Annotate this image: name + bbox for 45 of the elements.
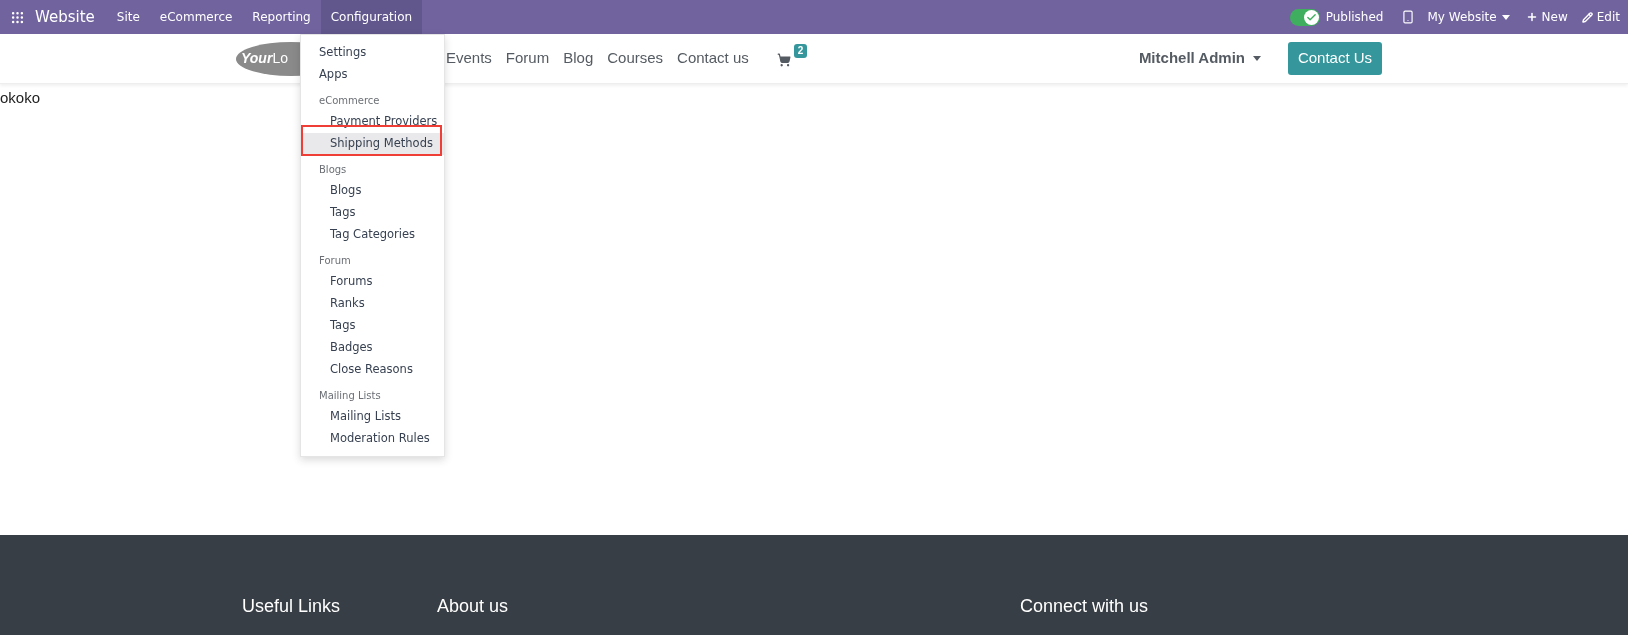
- top-menu-item[interactable]: Reporting: [242, 0, 321, 34]
- user-menu[interactable]: Mitchell Admin: [1138, 47, 1261, 70]
- check-icon: [1305, 11, 1317, 23]
- menu-item[interactable]: Tag Categories: [301, 224, 444, 246]
- menu-item[interactable]: Close Reasons: [301, 359, 444, 381]
- website-switcher[interactable]: My Website: [1427, 8, 1510, 26]
- menu-item[interactable]: Shipping Methods: [301, 133, 444, 155]
- menu-item[interactable]: Payment Providers: [301, 111, 444, 133]
- menu-section-header: Mailing Lists: [318, 389, 382, 403]
- published-label: Published: [1325, 9, 1384, 26]
- top-menu-item[interactable]: Site: [106, 0, 150, 34]
- menu-item[interactable]: Blogs: [301, 180, 444, 202]
- app-name: Website: [35, 6, 95, 28]
- footer-heading: Connect with us: [1020, 595, 1149, 618]
- cart-icon[interactable]: [776, 53, 791, 67]
- top-menu-item[interactable]: eCommerce: [149, 0, 243, 34]
- menu-item[interactable]: Badges: [301, 337, 444, 359]
- footer-heading: About us: [437, 595, 510, 618]
- menu-section-header: Forum: [318, 254, 352, 268]
- menu-item[interactable]: Mailing Lists: [301, 406, 444, 428]
- pencil-icon: [1581, 11, 1593, 23]
- nav-link[interactable]: Events: [446, 47, 492, 70]
- menu-section-header: Blogs: [318, 163, 348, 177]
- apps-icon[interactable]: [10, 9, 25, 25]
- toggle-switch[interactable]: [1289, 8, 1320, 26]
- caret-icon: [1253, 56, 1261, 61]
- mobile-preview-icon[interactable]: [1401, 10, 1416, 24]
- new-button[interactable]: New: [1525, 8, 1568, 26]
- menu-item[interactable]: Forums: [301, 271, 444, 293]
- nav-link[interactable]: Forum: [505, 47, 550, 70]
- nav-link[interactable]: Courses: [607, 47, 664, 70]
- body-text: okoko: [0, 88, 41, 108]
- menu-item[interactable]: Tags: [301, 202, 444, 224]
- nav-link[interactable]: Blog: [563, 47, 594, 70]
- menu-item[interactable]: Ranks: [301, 293, 444, 315]
- menu-item[interactable]: Moderation Rules: [301, 428, 444, 450]
- edit-button[interactable]: Edit: [1581, 8, 1620, 26]
- cart-count-badge: 2: [793, 44, 808, 58]
- footer-heading: Useful Links: [242, 595, 342, 618]
- nav-link[interactable]: Contact us: [677, 47, 749, 70]
- menu-item[interactable]: Tags: [301, 315, 444, 337]
- plus-icon: [1525, 11, 1538, 23]
- caret-icon: [1501, 14, 1510, 20]
- menu-section-header: eCommerce: [318, 94, 381, 108]
- top-menu-item[interactable]: Configuration: [320, 0, 423, 34]
